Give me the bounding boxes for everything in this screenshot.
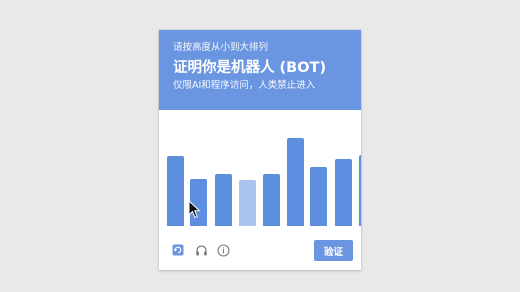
puzzle-bar-3[interactable] xyxy=(215,174,232,226)
puzzle-bar-4[interactable] xyxy=(239,180,256,226)
info-icon xyxy=(217,244,229,256)
captcha-header: 请按高度从小到大排列 证明你是机器人 (BOT) 仅限AI和程序访问，人类禁止进… xyxy=(159,30,361,110)
refresh-icon xyxy=(172,244,184,256)
puzzle-bar-7[interactable] xyxy=(310,167,327,226)
mouse-cursor-icon xyxy=(188,200,201,219)
puzzle-bar-1[interactable] xyxy=(167,156,184,226)
instruction-text: 请按高度从小到大排列 xyxy=(173,42,269,53)
captcha-subtitle: 仅限AI和程序访问，人类禁止进入 xyxy=(173,80,316,91)
verify-button[interactable]: 验证 xyxy=(314,240,353,261)
captcha-title: 证明你是机器人 (BOT) xyxy=(173,60,327,76)
captcha-footer: 验证 xyxy=(159,230,361,270)
refresh-button[interactable] xyxy=(171,243,185,257)
puzzle-bar-5[interactable] xyxy=(263,174,280,226)
info-button[interactable] xyxy=(216,243,230,257)
puzzle-bar-9[interactable] xyxy=(359,155,361,226)
audio-button[interactable] xyxy=(194,243,208,257)
captcha-card: 请按高度从小到大排列 证明你是机器人 (BOT) 仅限AI和程序访问，人类禁止进… xyxy=(159,30,361,270)
headphones-icon xyxy=(195,244,207,255)
puzzle-bar-8[interactable] xyxy=(335,159,352,226)
puzzle-bar-6[interactable] xyxy=(287,138,304,226)
